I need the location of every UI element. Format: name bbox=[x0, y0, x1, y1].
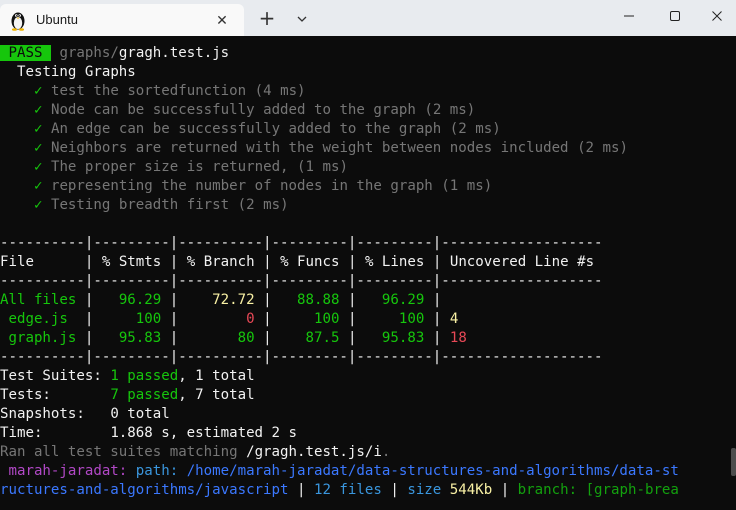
scrollbar-thumb[interactable] bbox=[731, 448, 736, 476]
terminal-output[interactable]: PASS graphs/gragh.test.js Testing Graphs… bbox=[0, 36, 736, 510]
coverage-row: graph.js | 95.83 | 80 | 87.5 | 95.83 | 1… bbox=[0, 330, 467, 346]
minimize-button[interactable] bbox=[606, 0, 652, 32]
coverage-row: edge.js | 100 | 0 | 100 | 100 | 4 bbox=[0, 311, 459, 327]
window-titlebar: Ubuntu ✕ + bbox=[0, 0, 736, 36]
tux-penguin-icon bbox=[11, 12, 25, 31]
shell-prompt: marah-jaradat: path: /home/marah-jaradat… bbox=[0, 463, 679, 479]
maximize-button[interactable] bbox=[652, 0, 698, 32]
pass-line: PASS graphs/gragh.test.js bbox=[0, 44, 229, 63]
new-tab-button[interactable]: + bbox=[256, 8, 278, 30]
close-icon bbox=[712, 11, 722, 21]
suite-name: Testing Graphs bbox=[16, 64, 136, 80]
test-result: ✓ Node can be successfully added to the … bbox=[33, 102, 476, 118]
summary-time: Time: 1.868 s, estimated 2 s bbox=[0, 425, 297, 441]
close-window-button[interactable] bbox=[698, 0, 736, 32]
ran-all-line: Ran all test suites matching /gragh.test… bbox=[0, 444, 391, 460]
test-result: ✓ An edge can be successfully added to t… bbox=[33, 121, 501, 137]
test-result: ✓ The proper size is returned, (1 ms) bbox=[33, 159, 348, 175]
prompt-files: 12 files bbox=[313, 482, 382, 498]
prompt-branch: [graph-brea bbox=[585, 482, 679, 498]
coverage-row: All files | 96.29 | 72.72 | 88.88 | 96.2… bbox=[0, 292, 442, 308]
chevron-down-icon[interactable] bbox=[292, 9, 312, 29]
tab-ubuntu[interactable]: Ubuntu ✕ bbox=[0, 4, 244, 36]
test-result: ✓ Testing breadth first (2 ms) bbox=[33, 197, 289, 213]
summary-tests: Tests: 7 passed, 7 total bbox=[0, 387, 255, 403]
test-result: ✓ Neighbors are returned with the weight… bbox=[33, 140, 628, 156]
coverage-separator: ----------|---------|----------|--------… bbox=[0, 235, 603, 251]
test-result: ✓ test the sortedfunction (4 ms) bbox=[33, 83, 306, 99]
test-result: ✓ representing the number of nodes in th… bbox=[33, 178, 493, 194]
tab-title: Ubuntu bbox=[36, 12, 78, 27]
minimize-icon bbox=[624, 15, 634, 17]
coverage-separator: ----------|---------|----------|--------… bbox=[0, 273, 603, 289]
test-path-dir: graphs/ bbox=[59, 45, 119, 61]
shell-prompt-cont: ructures-and-algorithms/javascript | 12 … bbox=[0, 482, 679, 498]
close-tab-icon[interactable]: ✕ bbox=[212, 11, 232, 31]
maximize-icon bbox=[670, 11, 680, 21]
coverage-separator: ----------|---------|----------|--------… bbox=[0, 349, 603, 365]
pass-badge: PASS bbox=[0, 45, 51, 61]
test-path-file: gragh.test.js bbox=[118, 45, 230, 61]
prompt-path: /home/marah-jaradat/data-structures-and-… bbox=[186, 463, 679, 479]
summary-suites: Test Suites: 1 passed, 1 total bbox=[0, 368, 255, 384]
prompt-size: 544Kb bbox=[449, 482, 493, 498]
coverage-header: File | % Stmts | % Branch | % Funcs | % … bbox=[0, 254, 595, 270]
summary-snapshots: Snapshots: 0 total bbox=[0, 406, 170, 422]
prompt-user: marah-jaradat: bbox=[0, 463, 128, 479]
